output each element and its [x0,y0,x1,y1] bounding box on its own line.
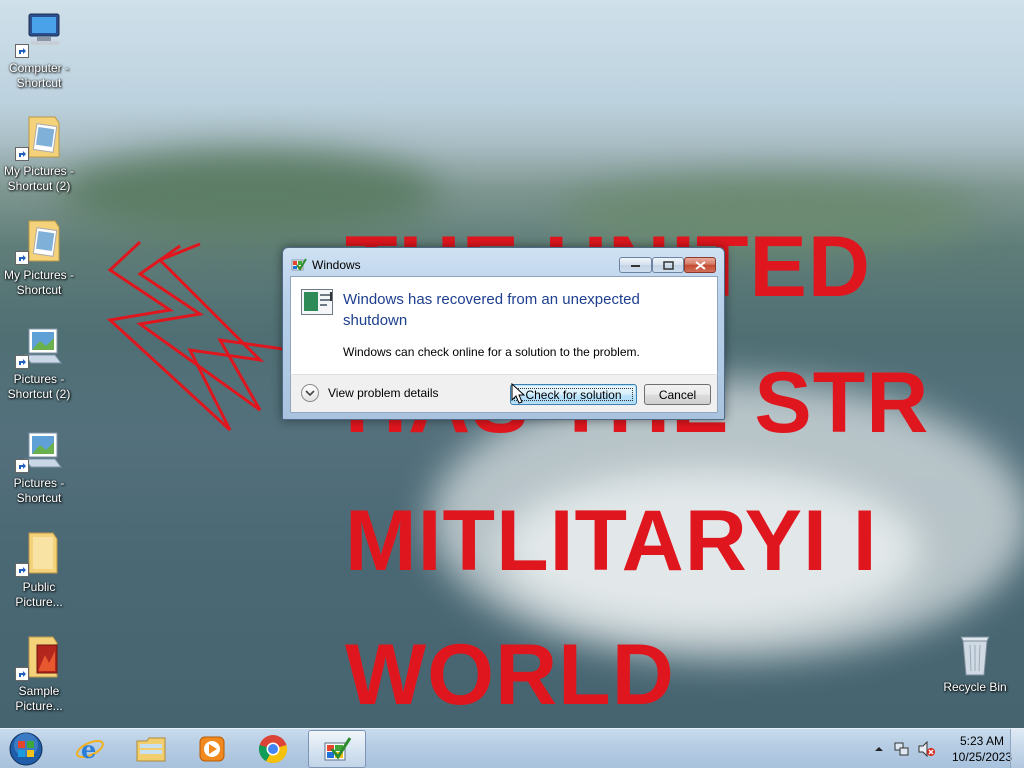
show-hidden-icons-button[interactable] [874,743,884,753]
mouse-cursor-icon [511,383,525,404]
problem-report-icon [301,289,333,315]
network-tray-icon[interactable] [894,741,910,757]
desktop-icon-recycle-bin[interactable]: Recycle Bin [937,629,1013,695]
chrome-icon [258,735,288,764]
desktop-icon-my-pictures-shortcut-2[interactable]: My Pictures - Shortcut (2) [1,113,77,194]
speaker-muted-icon [918,740,935,758]
minimize-button[interactable] [619,257,652,273]
clock[interactable]: 5:23 AM 10/25/2023 [947,733,1017,765]
media-player-icon [199,736,225,762]
shortcut-arrow-icon [15,147,29,161]
shortcut-arrow-icon [15,355,29,369]
pictures-folder-icon [15,113,63,161]
pictures-folder-icon [15,217,63,265]
close-icon [695,261,706,270]
dialog-title: Windows [312,258,361,272]
content-text: Windows can check online for a solution … [343,345,640,359]
recycle-bin-icon [951,629,999,677]
cancel-label: Cancel [658,387,697,402]
cancel-button[interactable]: Cancel [644,384,711,405]
system-tray: 5:23 AM 10/25/2023 [864,729,1024,768]
action-center-icon [324,737,352,761]
taskbar-windows-explorer[interactable] [122,730,180,768]
desktop-icon-label: Sample Picture... [15,684,63,713]
desktop-icon-label: Computer - Shortcut [8,61,70,90]
clock-time: 5:23 AM [959,734,1005,748]
shortcut-arrow-icon [15,667,29,681]
minimize-icon [631,265,640,267]
close-button[interactable] [684,257,716,273]
svg-text:e: e [81,735,96,764]
maximize-button[interactable] [652,257,684,273]
taskbar-windows-media-player[interactable] [183,730,241,768]
network-icon [894,742,909,756]
desktop-icon-label: Pictures - Shortcut [13,476,65,505]
wallpaper-text-line-4: WORLD [345,627,675,723]
wallpaper-text-line-3: MITLITARYI I [345,493,878,589]
volume-tray-icon[interactable] [918,740,936,758]
windows-start-orb-icon [9,732,43,766]
dialog-footer: View problem details Check for solution … [290,374,718,413]
taskbar-internet-explorer[interactable]: e [61,730,119,768]
pictures-library-icon [15,425,63,473]
pictures-library-icon [15,321,63,369]
desktop-icon-label: Recycle Bin [943,680,1007,694]
taskbar-google-chrome[interactable] [244,730,302,768]
shortcut-arrow-icon [15,44,29,58]
chevron-down-icon [301,384,319,402]
desktop-icon-label: My Pictures - Shortcut [3,268,74,297]
desktop-icon-computer-shortcut[interactable]: Computer - Shortcut [1,10,77,91]
start-button[interactable] [4,730,48,768]
internet-explorer-icon: e [76,735,104,764]
shortcut-arrow-icon [15,563,29,577]
taskbar-problem-reports[interactable] [308,730,366,768]
shortcut-arrow-icon [15,459,29,473]
maximize-icon [663,261,674,270]
desktop-icon-my-pictures-shortcut[interactable]: My Pictures - Shortcut [1,217,77,298]
desktop-icon-sample-pictures[interactable]: Sample Picture... [1,633,77,714]
desktop-icon-label: Public Picture... [15,580,63,609]
taskbar: e 5:23 AM 10/25/2023 [0,728,1024,768]
folder-icon [15,529,63,577]
windows-explorer-icon [136,737,166,762]
computer-icon [15,10,63,58]
desktop-icon-label: My Pictures - Shortcut (2) [3,164,74,193]
shortcut-arrow-icon [15,251,29,265]
focus-ring [514,388,633,401]
check-for-solution-button[interactable]: Check for solution [510,384,637,405]
view-problem-details-label: View problem details [328,386,439,400]
desktop-icon-pictures-shortcut-2[interactable]: Pictures - Shortcut (2) [1,321,77,402]
desktop-icon-public-pictures[interactable]: Public Picture... [1,529,77,610]
dialog-content: Windows has recovered from an unexpected… [290,276,718,374]
windows-flag-check-icon [291,256,307,272]
dialog-titlebar[interactable]: Windows [283,248,724,276]
view-problem-details-toggle[interactable]: View problem details [301,383,439,403]
show-desktop-button[interactable] [1010,729,1024,768]
chevron-up-icon [875,747,883,751]
lightning-bolt-graphic [106,240,291,432]
main-instruction: Windows has recovered from an unexpected… [343,291,640,329]
desktop-icon-pictures-shortcut[interactable]: Pictures - Shortcut [1,425,77,506]
recovery-dialog: Windows Windows has recovered from an un… [282,247,725,420]
clock-date: 10/25/2023 [951,750,1013,764]
sample-pictures-folder-icon [15,633,63,681]
desktop-icon-label: Pictures - Shortcut (2) [7,372,71,401]
